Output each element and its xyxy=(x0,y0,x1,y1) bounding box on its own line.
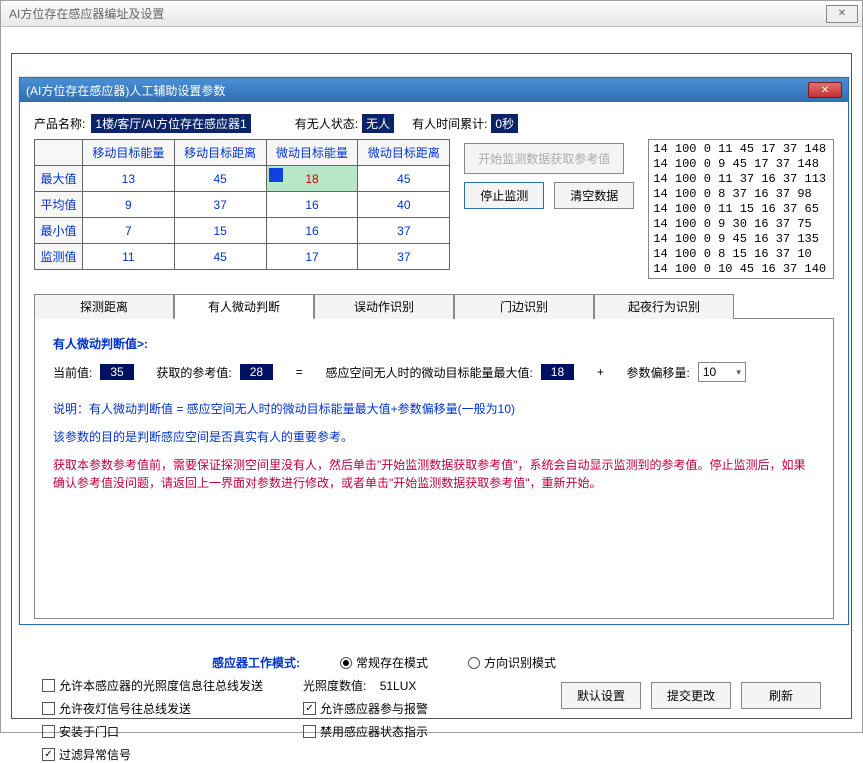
checkbox-icon xyxy=(42,748,55,761)
clear-data-button[interactable]: 清空数据 xyxy=(554,182,634,209)
warn-chip-icon xyxy=(269,168,283,182)
check-disable-status[interactable]: 禁用感应器状态指示 xyxy=(303,723,428,740)
start-monitor-button[interactable]: 开始监测数据获取参考值 xyxy=(464,143,624,174)
submit-button[interactable]: 提交更改 xyxy=(651,682,731,709)
product-label: 产品名称: xyxy=(34,115,85,132)
checkbox-icon xyxy=(42,702,55,715)
mode-dir-radio[interactable]: 方向识别模式 xyxy=(468,654,556,671)
mode-normal-radio[interactable]: 常规存在模式 xyxy=(340,654,428,671)
check-filter[interactable]: 过滤异常信号 xyxy=(42,746,263,763)
col-header: 微动目标能量 xyxy=(266,140,358,166)
col-header: 移动目标距离 xyxy=(174,140,266,166)
section-heading: 有人微动判断值>: xyxy=(53,335,815,352)
presence-label: 有无人状态: xyxy=(295,115,358,132)
current-value: 35 xyxy=(100,364,133,380)
table-row: 监测值 11 45 17 37 xyxy=(35,244,450,270)
table-row: 最小值 7 15 16 37 xyxy=(35,218,450,244)
check-alarm[interactable]: 允许感应器参与报警 xyxy=(303,700,428,717)
chevron-down-icon: ▾ xyxy=(736,367,741,378)
presence-value: 无人 xyxy=(362,114,394,133)
max-value: 18 xyxy=(541,364,574,380)
tab-row: 探测距离 有人微动判断 误动作识别 门边识别 起夜行为识别 xyxy=(34,293,834,319)
check-door[interactable]: 安装于门口 xyxy=(42,723,263,740)
radio-icon xyxy=(340,657,352,669)
offset-spinner[interactable]: 10 ▾ xyxy=(698,362,746,382)
tab-false-trigger[interactable]: 误动作识别 xyxy=(314,294,454,319)
mode-label: 感应器工作模式: xyxy=(212,654,300,671)
refresh-button[interactable]: 刷新 xyxy=(741,682,821,709)
explain-warning: 获取本参数参考值前，需要保证探测空间里没有人，然后单击"开始监测数据获取参考值"… xyxy=(53,456,815,492)
tab-distance[interactable]: 探测距离 xyxy=(34,294,174,319)
inner-title: (AI方位存在感应器)人工辅助设置参数 xyxy=(26,82,808,99)
tab-door[interactable]: 门边识别 xyxy=(454,294,594,319)
stop-monitor-button[interactable]: 停止监测 xyxy=(464,182,544,209)
default-button[interactable]: 默认设置 xyxy=(561,682,641,709)
check-send-lux[interactable]: 允许本感应器的光照度信息往总线发送 xyxy=(42,677,263,694)
lux-readout: 光照度数值: 51LUX xyxy=(303,677,428,694)
product-name: 1楼/客厅/AI方位存在感应器1 xyxy=(91,114,250,133)
checkbox-icon xyxy=(303,725,316,738)
col-header: 微动目标距离 xyxy=(358,140,450,166)
checkbox-icon xyxy=(42,725,55,738)
data-log[interactable]: 14 100 0 11 45 17 37 148 14 100 0 9 45 1… xyxy=(648,139,834,279)
explain-text: 说明：有人微动判断值 = 感应空间无人时的微动目标能量最大值+参数偏移量(一般为… xyxy=(53,400,815,418)
ref-value: 28 xyxy=(240,364,273,380)
tab-night[interactable]: 起夜行为识别 xyxy=(594,294,734,319)
checkbox-icon xyxy=(303,702,316,715)
table-row: 平均值 9 37 16 40 xyxy=(35,192,450,218)
measurement-table: 移动目标能量 移动目标距离 微动目标能量 微动目标距离 最大值 13 45 18… xyxy=(34,139,450,270)
check-night-light[interactable]: 允许夜灯信号往总线发送 xyxy=(42,700,263,717)
table-row: 最大值 13 45 18 45 xyxy=(35,166,450,192)
inner-close-button[interactable]: ✕ xyxy=(808,82,842,98)
radio-icon xyxy=(468,657,480,669)
outer-titlebar: AI方位存在感应器编址及设置 ✕ xyxy=(1,1,862,27)
inner-titlebar: (AI方位存在感应器)人工辅助设置参数 ✕ xyxy=(20,78,848,102)
outer-close-button[interactable]: ✕ xyxy=(826,5,858,23)
col-header: 移动目标能量 xyxy=(82,140,174,166)
checkbox-icon xyxy=(42,679,55,692)
explain-text: 该参数的目的是判断感应空间是否真实有人的重要参考。 xyxy=(53,428,815,446)
tab-body: 有人微动判断值>: 当前值: 35 获取的参考值: 28 = 感应空间无人时的微… xyxy=(34,319,834,619)
time-value: 0秒 xyxy=(491,114,518,133)
outer-title: AI方位存在感应器编址及设置 xyxy=(5,5,824,22)
tab-micro-motion[interactable]: 有人微动判断 xyxy=(174,294,314,319)
time-label: 有人时间累计: xyxy=(412,115,487,132)
